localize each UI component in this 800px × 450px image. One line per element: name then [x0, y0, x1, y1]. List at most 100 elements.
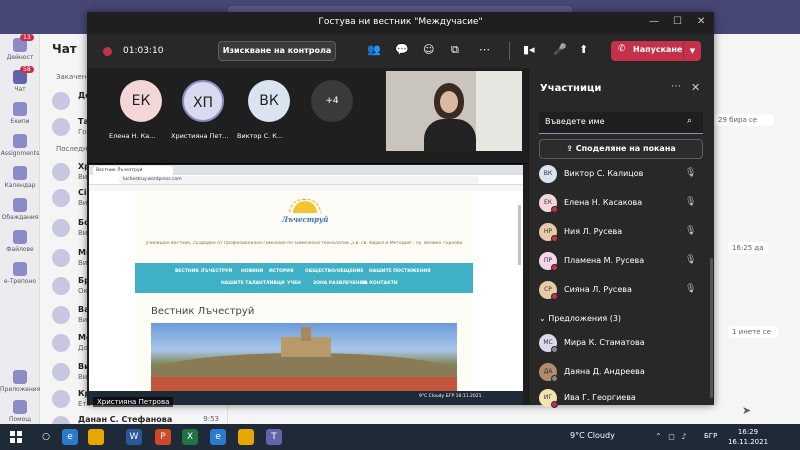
nav-item[interactable]: ЗОНА РАЗВЛЕЧЕНИЯ [313, 281, 367, 286]
search-icon[interactable]: ⌕ [687, 116, 692, 126]
edge-icon[interactable]: e [62, 429, 78, 445]
shared-screen[interactable]: Вестник Лъчезтруй luchestruy.wordpress.c… [89, 165, 523, 405]
suggestion-row[interactable]: ДА Даяна Д. Андреева [537, 360, 707, 384]
suggestions-header[interactable]: ⌄ Предложения (3) [539, 314, 621, 323]
close-icon[interactable]: ✕ [691, 81, 700, 94]
site-tagline: училищен вестник, създаден от Професиона… [145, 241, 463, 246]
help-icon [13, 400, 27, 414]
minimize-icon[interactable]: — [649, 16, 659, 27]
participant-tile[interactable]: ЕК Елена Н. Ка... [109, 72, 179, 148]
nav-item[interactable]: ЗА КОНТАКТИ [361, 281, 398, 286]
leave-label: Напускане [633, 45, 683, 54]
participant-row[interactable]: ВК Виктор С. Калицов 🎙 [537, 162, 707, 186]
chat-name: Данан С. Стефанова [78, 415, 173, 424]
rail-label: Обаждания [1, 214, 39, 221]
participants-icon[interactable]: 👥 [367, 43, 381, 56]
rooms-icon[interactable]: ⧉ [451, 43, 459, 57]
reactions-icon[interactable]: ☺ [423, 43, 434, 56]
status-badge [551, 293, 558, 300]
teams-icon[interactable]: T [266, 429, 282, 445]
nav-item[interactable]: НАШИТЕ ПОСТИЖЕНИЯ [369, 269, 431, 274]
windows-start-icon[interactable] [10, 431, 22, 443]
tray-icons[interactable]: ⌃ ◻ ♪ [655, 432, 689, 441]
participant-row[interactable]: ПР Пламена М. Русева 🎙 [537, 249, 707, 273]
share-invite-button[interactable]: ⇪ Споделяне на покана [539, 139, 703, 159]
scrollbar[interactable] [518, 205, 521, 265]
nav-item[interactable]: НАШИТЕ ТАЛАНТЛИВЦИ [221, 281, 285, 286]
logo-text: Лъчеструй [281, 215, 329, 224]
participant-tile[interactable]: ВК Виктор С. К... [237, 72, 307, 148]
rail-item-apps[interactable]: Приложения [0, 370, 40, 393]
share-screen-icon[interactable]: ⬆ [579, 43, 588, 56]
avatar: ВК [248, 80, 290, 122]
video-tile[interactable] [386, 71, 522, 151]
rail-label: Календар [4, 182, 36, 189]
chat-icon[interactable]: 💬 [395, 43, 409, 56]
rail-label: Екипи [10, 118, 30, 125]
phone-hangup-icon: ✆ [618, 44, 626, 54]
participant-row[interactable]: ЕК Елена Н. Касакова 🎙 [537, 191, 707, 215]
participant-name: Християна Пет... [171, 132, 229, 140]
request-control-button[interactable]: Изискване на контрола [218, 41, 336, 61]
apps-icon [13, 370, 27, 384]
more-options-icon[interactable]: ⋯ [479, 43, 490, 56]
nav-item[interactable]: ИСТОРИЯ [269, 269, 294, 274]
presenter-name: Християна Петрова [93, 397, 174, 407]
browser-tab-strip: Вестник Лъчезтруй [89, 165, 523, 175]
maximize-icon[interactable]: ☐ [673, 16, 682, 27]
folder-icon[interactable] [88, 429, 104, 445]
rail-item-app[interactable]: е-Трепоно [0, 262, 40, 285]
explorer-icon[interactable] [238, 429, 254, 445]
participant-row[interactable]: СР Сияна Л. Русева 🎙 [537, 278, 707, 302]
participant-row[interactable]: НР Ния Л. Русева 🎙 [537, 220, 707, 244]
mic-off-icon: 🎙 [685, 226, 697, 236]
suggestion-row[interactable]: МС Мира К. Стаматова [537, 331, 707, 355]
excel-icon[interactable]: X [182, 429, 198, 445]
rail-label: Assignments [0, 150, 40, 157]
search-input[interactable] [545, 117, 675, 126]
rail-item-help[interactable]: Помощ [0, 400, 40, 423]
status-badge [551, 401, 558, 408]
leave-button[interactable]: ✆ Напускане ▼ [611, 41, 701, 61]
meeting-timer: 01:03:10 [123, 46, 164, 56]
photo-tower [301, 327, 311, 341]
powerpoint-icon[interactable]: P [155, 429, 171, 445]
nav-item[interactable]: НОВИНИ [241, 269, 263, 274]
microphone-icon[interactable]: 🎤 [553, 43, 567, 56]
rail-item-chat[interactable]: 58 Чат [0, 66, 40, 93]
chevron-down-icon[interactable]: ▼ [683, 41, 701, 61]
rail-label: Чат [14, 86, 26, 93]
pinned-section-label[interactable]: Закачено [56, 73, 91, 81]
language-indicator[interactable]: БГР [704, 432, 717, 440]
weather-widget[interactable]: 9°C Cloudy [570, 431, 615, 440]
system-clock[interactable]: 16:29 16.11.2021 г. [724, 427, 772, 450]
url-field[interactable]: luchestruy.wordpress.com [119, 176, 479, 184]
nav-item[interactable]: ВЕСТНИК ЛЪЧЕСТРУЙ [175, 269, 232, 274]
participant-search: ⌕ [539, 112, 703, 134]
rail-item-activity[interactable]: 13 Дейност [0, 34, 40, 61]
send-icon[interactable]: ➤ [742, 404, 751, 417]
nav-item[interactable]: ОБЩЕСТВО/ОБЩЕНИЕ [305, 269, 363, 274]
rail-item-files[interactable]: Файлове [0, 230, 40, 253]
rail-item-calls[interactable]: Обаждания [0, 198, 40, 221]
rail-item-calendar[interactable]: Календар [0, 166, 40, 189]
nav-item[interactable]: УЧЕН [287, 281, 301, 286]
rail-label: Дейност [6, 54, 34, 61]
search-icon[interactable]: ○ [38, 429, 54, 445]
site-logo: Лъчеструй [277, 199, 333, 229]
rail-item-assignments[interactable]: Assignments [0, 134, 40, 157]
browser-tab[interactable]: Вестник Лъчезтруй [93, 166, 173, 175]
suggestion-row[interactable]: ИГ Ива Г. Георгиева [537, 386, 707, 410]
close-icon[interactable]: ✕ [697, 16, 705, 27]
status-badge [551, 235, 558, 242]
camera-icon[interactable]: ▮◂ [523, 43, 535, 56]
more-participants-button[interactable]: +4 [311, 80, 353, 122]
photo-roofs [151, 377, 457, 391]
browser-icon[interactable]: e [210, 429, 226, 445]
rail-item-teams[interactable]: Екипи [0, 102, 40, 125]
more-options-icon[interactable]: ⋯ [671, 81, 681, 92]
word-icon[interactable]: W [126, 429, 142, 445]
panel-scrollbar[interactable] [710, 258, 713, 398]
participant-tile[interactable]: ХП Християна Пет... [171, 72, 241, 148]
message-bubble: 1 инете се [728, 326, 778, 338]
